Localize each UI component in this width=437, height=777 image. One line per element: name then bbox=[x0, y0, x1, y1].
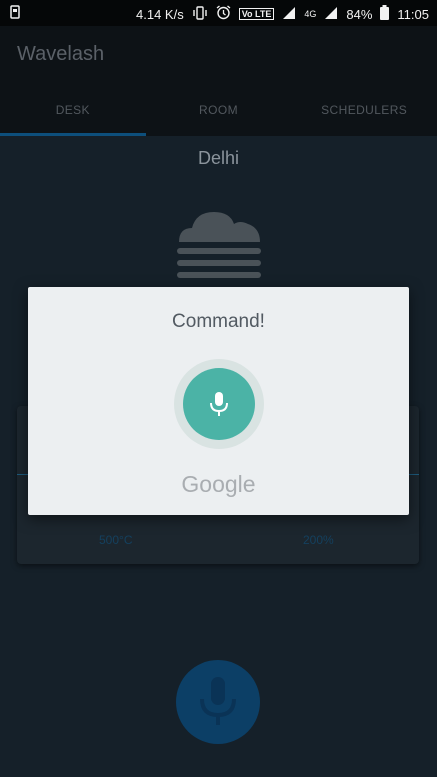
tab-desk[interactable]: DESK bbox=[0, 90, 146, 136]
voice-command-button[interactable] bbox=[176, 660, 260, 744]
humidity-value: 200% bbox=[303, 533, 334, 547]
clock: 11:05 bbox=[397, 6, 429, 22]
cloud-fog-icon bbox=[176, 206, 262, 291]
battery-icon bbox=[380, 5, 390, 23]
notification-icon bbox=[10, 5, 20, 22]
alarm-icon bbox=[216, 5, 231, 23]
google-logo: Google bbox=[181, 471, 256, 497]
battery-percent: 84% bbox=[346, 6, 373, 22]
microphone-icon bbox=[200, 677, 236, 725]
signal-icon bbox=[282, 6, 296, 23]
dialog-title: Command! bbox=[172, 311, 265, 332]
volte-badge: Vo LTE bbox=[238, 8, 275, 20]
network-speed: 4.14 K/s bbox=[136, 6, 184, 22]
network-type: 4G bbox=[304, 9, 317, 19]
tab-room[interactable]: ROOM bbox=[146, 90, 292, 136]
vibrate-icon bbox=[192, 5, 208, 23]
tab-indicator bbox=[0, 133, 146, 136]
tab-bar: DESK ROOM SCHEDULERS bbox=[0, 90, 437, 136]
temperature-value: 500°C bbox=[99, 533, 133, 547]
app-title: Wavelash bbox=[17, 43, 105, 65]
mic-button[interactable] bbox=[183, 368, 255, 440]
signal-icon-2 bbox=[324, 6, 338, 23]
microphone-icon bbox=[210, 392, 228, 416]
app-bar: Wavelash DESK ROOM SCHEDULERS bbox=[0, 26, 437, 136]
tab-schedulers[interactable]: SCHEDULERS bbox=[291, 90, 437, 136]
voice-command-dialog: Command! Google bbox=[28, 287, 409, 515]
status-bar: 4.14 K/s Vo LTE 4G 84% 11:05 bbox=[0, 0, 437, 26]
city-name: Delhi bbox=[197, 148, 240, 168]
mic-pulse-ring bbox=[174, 359, 264, 449]
